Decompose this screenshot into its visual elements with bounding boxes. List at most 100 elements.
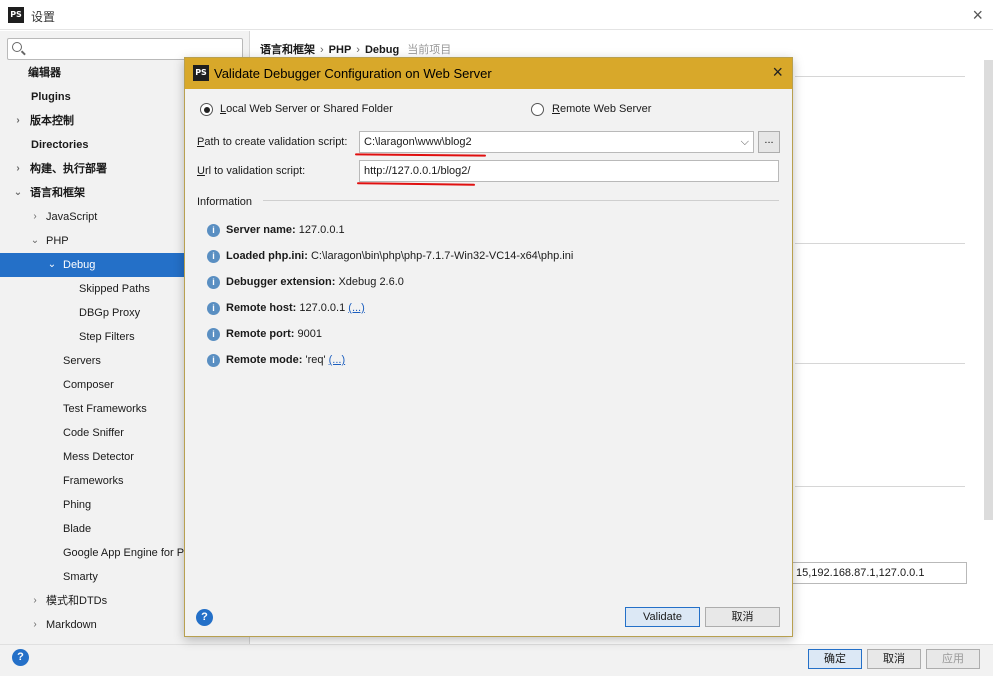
local-server-label[interactable]: Local Web Server or Shared Folder <box>220 103 393 115</box>
settings-title-bar: PS 设置 × <box>0 0 993 30</box>
sidebar-item-label: Plugins <box>31 91 71 103</box>
path-label: Path to create validation script: <box>197 136 348 148</box>
sidebar-item-label: Code Sniffer <box>63 427 124 439</box>
red-annotation-mark <box>354 153 487 157</box>
chevron-down-icon[interactable]: ⌄ <box>12 181 24 205</box>
info-key: Remote mode: <box>226 354 303 366</box>
close-icon[interactable]: × <box>772 62 783 83</box>
sidebar-item-label: 模式和DTDs <box>46 595 108 607</box>
breadcrumb-languages: 语言和框架 <box>260 44 315 56</box>
validate-debugger-dialog: PS Validate Debugger Configuration on We… <box>184 57 793 637</box>
content-scrollbar[interactable] <box>984 60 993 520</box>
phpstorm-logo-icon: PS <box>193 65 209 81</box>
chevron-right-icon[interactable]: › <box>29 613 41 637</box>
path-value: C:\laragon\www\blog2 <box>364 136 472 148</box>
sidebar-item-label: Blade <box>63 523 92 535</box>
info-row: i Remote host: 127.0.0.1 (...) <box>207 300 365 316</box>
help-icon[interactable]: ? <box>12 649 29 666</box>
red-annotation-mark <box>356 182 476 186</box>
url-value: http://127.0.0.1/blog2/ <box>364 165 471 177</box>
sidebar-item-label: Composer <box>63 379 114 391</box>
section-divider <box>795 76 965 77</box>
section-divider <box>795 363 965 364</box>
info-value: 9001 <box>294 328 322 340</box>
breadcrumb: 语言和框架 › PHP › Debug 当前项目 <box>260 44 452 56</box>
dialog-title-bar: PS Validate Debugger Configuration on We… <box>185 58 792 89</box>
chevron-right-icon[interactable]: › <box>29 205 41 229</box>
sidebar-item-label: 编辑器 <box>28 67 61 79</box>
info-row: i Remote port: 9001 <box>207 326 322 342</box>
sidebar-item-label: Markdown <box>46 619 97 631</box>
phpstorm-logo-icon: PS <box>8 7 24 23</box>
ok-button[interactable]: 确定 <box>808 649 862 669</box>
info-key: Loaded php.ini: <box>226 250 308 262</box>
sidebar-item-label: Directories <box>31 139 89 151</box>
remote-server-label[interactable]: Remote Web Server <box>552 103 651 115</box>
cancel-button[interactable]: 取消 <box>867 649 921 669</box>
sidebar-item-label: Step Filters <box>79 331 135 343</box>
info-icon: i <box>207 249 220 263</box>
info-row: i Remote mode: 'req' (...) <box>207 352 345 368</box>
section-divider <box>795 243 965 244</box>
sidebar-item-label: Debug <box>63 259 96 271</box>
section-divider <box>263 200 779 201</box>
info-key: Remote port: <box>226 328 295 340</box>
ip-list-field[interactable]: 15,192.168.87.1,127.0.0.1 <box>791 562 967 584</box>
sidebar-item-label: 构建、执行部署 <box>30 163 107 175</box>
settings-footer: ? 确定 取消 应用 <box>0 644 993 676</box>
details-link[interactable]: (...) <box>348 302 365 314</box>
sidebar-item-label: 版本控制 <box>30 115 74 127</box>
breadcrumb-debug: Debug <box>364 44 400 56</box>
search-icon <box>12 42 22 52</box>
settings-window-title: 设置 <box>31 10 56 24</box>
help-icon[interactable]: ? <box>196 609 213 626</box>
info-value: Xdebug 2.6.0 <box>335 276 404 288</box>
info-key: Debugger extension: <box>226 276 336 288</box>
chevron-down-icon[interactable]: ⌄ <box>29 229 41 253</box>
current-project-label: 当前项目 <box>407 44 452 56</box>
sidebar-item-label: Smarty <box>63 571 98 583</box>
browse-button[interactable]: ... <box>758 131 780 153</box>
chevron-down-icon: ⌵ <box>740 136 749 148</box>
url-label: Url to validation script: <box>197 165 306 177</box>
chevron-right-icon[interactable]: › <box>12 109 24 133</box>
local-server-radio[interactable] <box>200 103 213 116</box>
sidebar-item-label: JavaScript <box>46 211 98 223</box>
dialog-title: Validate Debugger Configuration on Web S… <box>214 66 492 81</box>
sidebar-item-label: Skipped Paths <box>79 283 150 295</box>
sidebar-item-label: Mess Detector <box>63 451 134 463</box>
info-value: C:\laragon\bin\php\php-7.1.7-Win32-VC14-… <box>307 250 574 262</box>
info-icon: i <box>207 353 220 367</box>
remote-server-radio[interactable] <box>531 103 544 116</box>
info-row: i Loaded php.ini: C:\laragon\bin\php\php-… <box>207 248 573 264</box>
sidebar-item-label: PHP <box>46 235 69 247</box>
url-input[interactable]: http://127.0.0.1/blog2/ <box>359 160 779 182</box>
sidebar-item-label: Test Frameworks <box>63 403 147 415</box>
sidebar-item-label: Phing <box>63 499 92 511</box>
close-icon[interactable]: × <box>972 5 983 26</box>
info-value: 127.0.0.1 <box>295 224 345 236</box>
path-select[interactable]: C:\laragon\www\blog2 ⌵ <box>359 131 754 153</box>
info-value: 'req' <box>302 354 329 366</box>
apply-button[interactable]: 应用 <box>926 649 980 669</box>
validate-button[interactable]: Validate <box>625 607 700 627</box>
info-icon: i <box>207 301 220 315</box>
sidebar-item-label: 语言和框架 <box>30 187 85 199</box>
sidebar-item-label: Frameworks <box>63 475 124 487</box>
info-icon: i <box>207 327 220 341</box>
sidebar-item-label: Servers <box>63 355 101 367</box>
information-heading: Information <box>197 196 253 208</box>
details-link[interactable]: (...) <box>329 354 346 366</box>
sidebar-item-label: DBGp Proxy <box>79 307 141 319</box>
info-key: Server name: <box>226 224 296 236</box>
chevron-down-icon[interactable]: ⌄ <box>46 253 58 277</box>
info-icon: i <box>207 223 220 237</box>
dialog-cancel-button[interactable]: 取消 <box>705 607 780 627</box>
info-key: Remote host: <box>226 302 297 314</box>
chevron-right-icon[interactable]: › <box>29 589 41 613</box>
breadcrumb-php: PHP <box>328 44 352 56</box>
info-row: i Server name: 127.0.0.1 <box>207 222 345 238</box>
chevron-right-icon[interactable]: › <box>12 157 24 181</box>
info-value: 127.0.0.1 <box>296 302 349 314</box>
section-divider <box>795 486 965 487</box>
